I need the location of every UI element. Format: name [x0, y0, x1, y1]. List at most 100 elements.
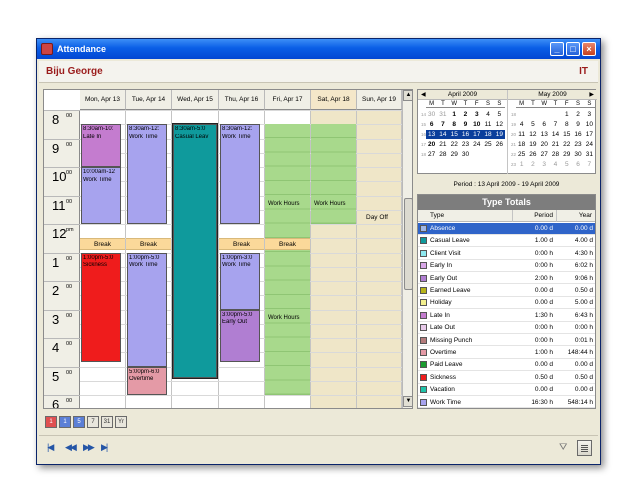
next-button[interactable]: ▶▶ — [83, 442, 95, 453]
calendar-day[interactable]: 9 — [572, 120, 583, 129]
calendar-day[interactable]: 11 — [482, 120, 493, 129]
calendar-day[interactable]: 27 — [539, 150, 550, 159]
calendar-day[interactable]: 17 — [584, 130, 595, 139]
calendar-day[interactable]: 4 — [516, 120, 527, 129]
calendar-day[interactable]: 10 — [584, 120, 595, 129]
work-hours-block[interactable] — [311, 124, 356, 224]
appointment[interactable]: 1:00pm-5:0 Work Time — [127, 252, 167, 367]
calendar-day[interactable]: 19 — [527, 140, 538, 149]
calendar-day[interactable]: 13 — [426, 130, 438, 139]
appointment[interactable]: 10:00am-12 Work Time — [81, 167, 121, 224]
filter-icon[interactable]: ⛛ — [559, 442, 571, 454]
day-header[interactable]: Thu, Apr 16 — [219, 90, 265, 110]
calendar-day[interactable]: 7 — [584, 160, 595, 169]
day-header[interactable]: Mon, Apr 13 — [80, 90, 126, 110]
calendar-day[interactable]: 15 — [561, 130, 572, 139]
type-total-row[interactable]: Holiday 0.00 d 5.00 d — [418, 297, 595, 310]
calendar-day[interactable]: 1 — [449, 110, 460, 119]
calendar-day[interactable]: 28 — [550, 150, 561, 159]
calendar-day[interactable]: 1 — [516, 160, 527, 169]
last-button[interactable]: ▶| — [101, 442, 108, 453]
previous-button[interactable]: ◀◀ — [65, 442, 77, 453]
calendar-day[interactable]: 27 — [426, 150, 437, 159]
calendar-day[interactable]: 12 — [527, 130, 538, 139]
calendar-day[interactable]: 22 — [561, 140, 572, 149]
calendar-day[interactable]: 9 — [460, 120, 471, 129]
minimize-button[interactable]: _ — [550, 42, 564, 56]
calendar-day[interactable]: 11 — [516, 130, 527, 139]
calendar-day[interactable]: 5 — [561, 160, 572, 169]
calendar-day[interactable]: 23 — [572, 140, 583, 149]
next-month-arrow[interactable]: ▶ — [589, 90, 594, 100]
calendar-day[interactable]: 6 — [539, 120, 550, 129]
day-header[interactable]: Sun, Apr 19 — [357, 90, 402, 110]
appointment[interactable]: 8:30am-12: Work Time — [220, 124, 260, 224]
calendar-day[interactable]: 23 — [460, 140, 471, 149]
calendar-day[interactable]: 25 — [516, 150, 527, 159]
date-navigator[interactable]: April 2009 ◀ M T W T F S S 14 30 31 1 2 3 4 5 15 6 7 8 9 10 11 1… — [417, 89, 597, 174]
type-total-row[interactable]: Absence 0.00 d 0.00 d — [418, 223, 595, 235]
calendar-day[interactable]: 24 — [584, 140, 595, 149]
schedule-view[interactable]: Mon, Apr 13 Tue, Apr 14 Wed, Apr 15 Thu, Ap… — [43, 89, 413, 409]
type-total-row[interactable]: Early In 0:00 h 6:02 h — [418, 260, 595, 273]
column-header-period[interactable]: Period — [513, 210, 557, 222]
day-header[interactable]: Tue, Apr 14 — [126, 90, 172, 110]
close-button[interactable]: × — [582, 42, 596, 56]
view-month-button[interactable]: 31 — [101, 416, 113, 428]
type-total-row[interactable]: Vacation 0.00 d 0.00 d — [418, 384, 595, 397]
schedule-scrollbar[interactable]: ▲ ▼ — [402, 90, 412, 408]
calendar-day[interactable]: 24 — [471, 140, 482, 149]
calendar-day[interactable]: 5 — [527, 120, 538, 129]
calendar-day[interactable]: 26 — [494, 140, 505, 149]
appointment[interactable]: 5:00pm-6:0 Overtime — [127, 366, 167, 395]
type-total-row[interactable]: Paid Leave 0.00 d 0.00 d — [418, 359, 595, 372]
calendar-day[interactable]: 26 — [527, 150, 538, 159]
calendar-day[interactable]: 30 — [572, 150, 583, 159]
calendar-day[interactable]: 2 — [572, 110, 583, 119]
day-column[interactable] — [357, 110, 402, 408]
grid-view-icon[interactable] — [577, 440, 592, 456]
first-button[interactable]: |◀ — [47, 442, 54, 453]
calendar-day[interactable]: 20 — [539, 140, 550, 149]
appointment[interactable]: 3:00pm-5:0 Early Out — [220, 309, 260, 363]
calendar-day[interactable]: 5 — [494, 110, 505, 119]
calendar-day[interactable]: 14 — [437, 130, 449, 139]
calendar-day[interactable]: 13 — [539, 130, 550, 139]
calendar-day[interactable]: 18 — [516, 140, 527, 149]
break-cell[interactable]: Break — [219, 238, 264, 251]
day-header[interactable]: Wed, Apr 15 — [172, 90, 219, 110]
appointment[interactable]: 8:30am-5:0 Casual Leav — [172, 123, 218, 379]
calendar-day[interactable]: 4 — [550, 160, 561, 169]
maximize-button[interactable]: □ — [566, 42, 580, 56]
type-total-row[interactable]: Sickness 0.50 d 0.50 d — [418, 372, 595, 384]
calendar-day[interactable]: 3 — [584, 110, 595, 119]
calendar-day[interactable]: 20 — [426, 140, 437, 149]
calendar-day[interactable]: 18 — [482, 130, 494, 139]
calendar-day[interactable]: 3 — [539, 160, 550, 169]
column-header-type[interactable]: Type — [418, 210, 513, 222]
calendar-day[interactable]: 12 — [494, 120, 505, 129]
calendar-day[interactable]: 30 — [426, 110, 437, 119]
break-cell[interactable]: Break — [265, 238, 310, 251]
type-total-row[interactable]: Late Out 0:00 h 0:00 h — [418, 322, 595, 335]
calendar-day[interactable]: 29 — [449, 150, 460, 159]
scroll-down-button[interactable]: ▼ — [403, 396, 412, 407]
work-hours-block[interactable] — [265, 124, 310, 395]
calendar-day[interactable]: 25 — [482, 140, 493, 149]
break-cell[interactable]: Break — [126, 238, 171, 251]
day-header[interactable]: Fri, Apr 17 — [265, 90, 311, 110]
calendar-day[interactable]: 31 — [584, 150, 595, 159]
calendar-day[interactable]: 1 — [561, 110, 572, 119]
calendar-day[interactable]: 28 — [437, 150, 448, 159]
view-workweek-button[interactable]: 5 — [73, 416, 85, 428]
calendar-day[interactable]: 8 — [449, 120, 460, 129]
calendar-day[interactable]: 16 — [572, 130, 583, 139]
calendar-day[interactable]: 16 — [459, 130, 472, 139]
calendar-day[interactable]: 4 — [482, 110, 493, 119]
calendar-day[interactable]: 19 — [493, 130, 505, 139]
column-header-year[interactable]: Year — [557, 210, 595, 222]
appointment[interactable]: 1:00pm-3:0 Work Time — [220, 252, 260, 310]
type-total-row[interactable]: Earned Leave 0.00 d 0.50 d — [418, 285, 595, 297]
calendar-day[interactable]: 29 — [561, 150, 572, 159]
calendar-day[interactable]: 3 — [471, 110, 482, 119]
